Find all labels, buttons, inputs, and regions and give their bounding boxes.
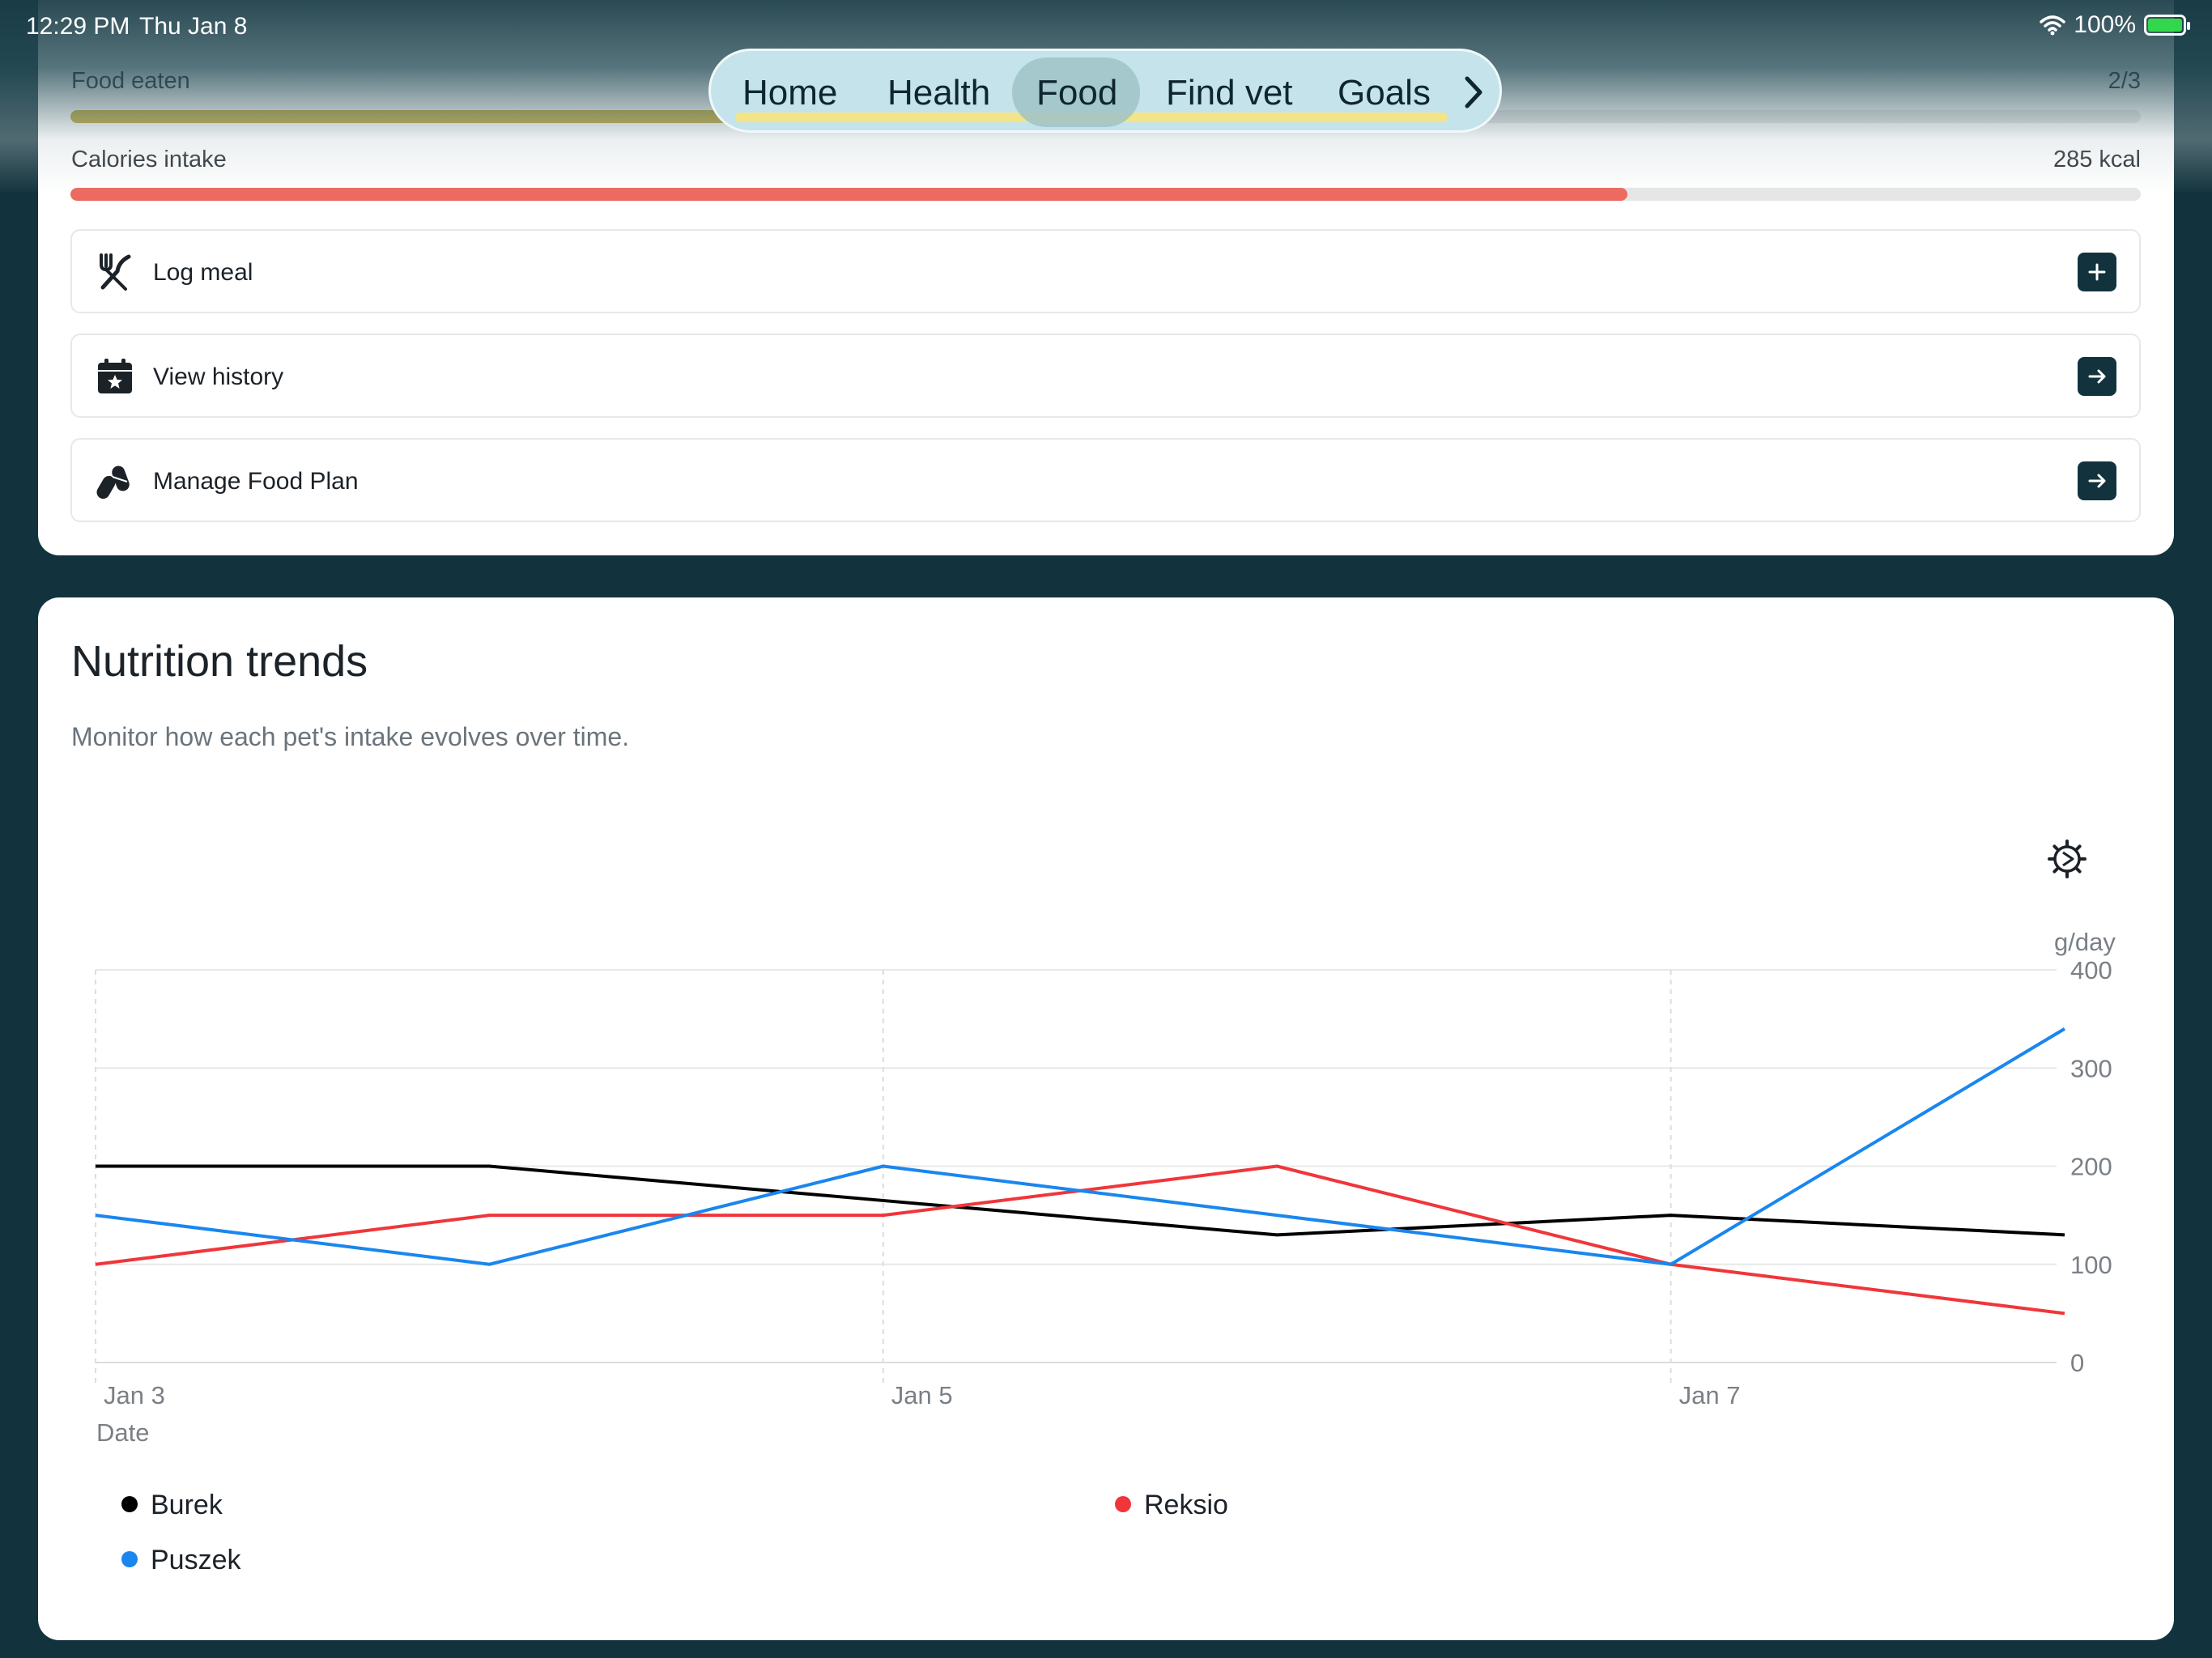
series-line-burek (96, 1164, 2065, 1237)
legend-dot (121, 1551, 138, 1568)
y-tick-label: 300 (2070, 1054, 2112, 1082)
status-time: 12:29 PM (26, 13, 130, 40)
legend-dot (121, 1496, 138, 1513)
legend-item-burek[interactable]: Burek (121, 1490, 223, 1521)
nav-tab-food[interactable]: Food (1036, 69, 1117, 117)
x-tick-label: Jan 5 (891, 1381, 953, 1409)
status-date: Thu Jan 8 (139, 13, 248, 40)
legend-label: Burek (151, 1490, 223, 1520)
y-tick-label: 200 (2070, 1153, 2112, 1181)
nav-tab-home[interactable]: Home (742, 69, 837, 117)
series-line-reksio (95, 1164, 2065, 1316)
x-tick-label: Jan 7 (1679, 1381, 1741, 1409)
y-tick-label: 0 (2070, 1349, 2084, 1377)
wifi-icon (2040, 15, 2066, 36)
nav-tab-health[interactable]: Health (887, 69, 990, 117)
nav-tab-find-vet[interactable]: Find vet (1166, 69, 1293, 117)
status-bar: 12:29 PM Thu Jan 8 100% (0, 0, 2212, 53)
status-right-group: 100% (2040, 11, 2190, 39)
battery-percent: 100% (2074, 11, 2136, 38)
nutrition-line-chart: 0 100 200 300 400 Jan 3 Jan 5 Jan 7 g/day Date (95, 928, 2116, 1447)
battery-charging-icon (2144, 15, 2190, 36)
legend-item-reksio[interactable]: Reksio (1115, 1490, 1228, 1521)
y-tick-label: 400 (2070, 956, 2112, 984)
top-navigation: Home Health Food Find vet Goals (708, 49, 1502, 133)
legend-dot (1115, 1496, 1131, 1513)
legend-item-puszek[interactable]: Puszek (121, 1545, 241, 1576)
x-tick-label: Jan 3 (104, 1381, 165, 1409)
legend-label: Reksio (1144, 1490, 1228, 1520)
x-axis-label: Date (96, 1418, 149, 1447)
y-axis-label: g/day (2054, 928, 2116, 956)
chevron-right-icon[interactable] (1457, 72, 1490, 113)
legend-label: Puszek (151, 1545, 241, 1575)
y-tick-label: 100 (2070, 1251, 2112, 1279)
nav-tab-goals[interactable]: Goals (1338, 69, 1431, 117)
